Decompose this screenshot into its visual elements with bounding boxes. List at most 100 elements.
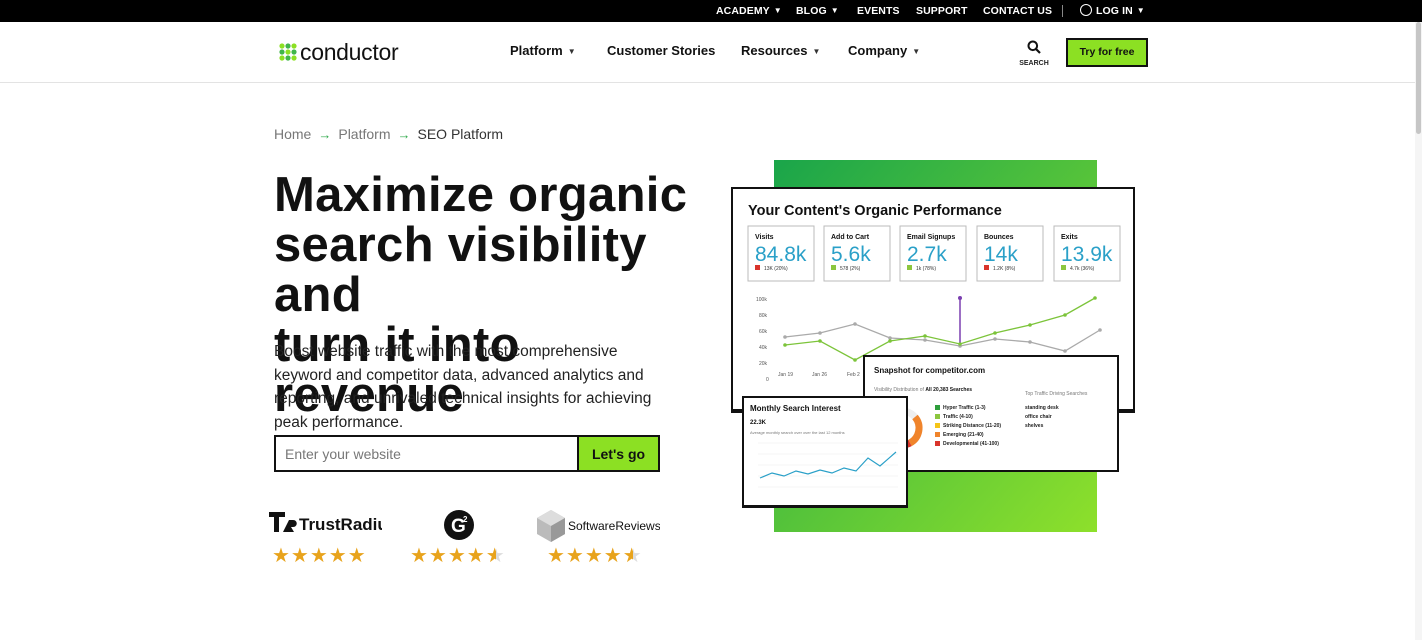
topbar-link-events[interactable]: EVENTS [857,0,900,22]
topbar-link-label: BLOG [796,5,827,17]
trustradius-logo: TrustRadius [269,512,397,534]
nav-platform[interactable]: Platform ▼ [510,22,576,80]
nav-customer-stories[interactable]: Customer Stories [607,22,715,80]
topbar-link-label: ACADEMY [716,5,770,17]
lets-go-button[interactable]: Let's go [577,435,660,472]
kpi-label: Visits [755,234,774,241]
search-term: office chair [1025,414,1052,420]
caret-down-icon: ▼ [830,6,839,15]
hero-title-line: Maximize organic [274,168,688,222]
breadcrumb: Home → Platform → SEO Platform [274,126,503,142]
x-tick: Jan 26 [812,372,827,378]
monthly-title: Monthly Search Interest [750,404,841,413]
caret-down-icon: ▼ [773,6,782,15]
kpi-delta: 578 (2%) [840,266,861,272]
breadcrumb-platform[interactable]: Platform [338,126,390,142]
topbar-link-support[interactable]: SUPPORT [916,0,967,22]
nav-resources[interactable]: Resources ▼ [741,22,820,80]
kpi-card: Add to Cart 5.6k 578 (2%) [823,225,891,282]
logo-dots-icon [279,43,297,61]
kpi-card: Visits 84.8k 13K (20%) [747,225,815,282]
topbar-link-contact[interactable]: CONTACT US [983,0,1052,22]
breadcrumb-current: SEO Platform [417,126,504,142]
snapshot-right-header: Top Traffic Driving Searches [1025,391,1088,397]
kpi-label: Exits [1061,234,1078,241]
legend-item: Emerging (21-40) [943,432,984,438]
caret-down-icon: ▼ [812,47,821,56]
topbar-link-academy[interactable]: ACADEMY ▼ [716,0,782,22]
try-for-free-button[interactable]: Try for free [1066,38,1148,67]
search-label: SEARCH [1019,60,1049,67]
performance-title: Your Content's Organic Performance [748,203,1002,219]
softwarereviews-logo: SoftwareReviews [537,510,661,542]
website-input[interactable] [274,435,578,472]
rating-stars: ★★★★★ [272,545,367,567]
kpi-row: Visits 84.8k 13K (20%) Add to Cart 5.6k … [747,225,1121,282]
search-button[interactable]: SEARCH [1018,40,1050,67]
trustradius-badge[interactable]: TrustRadius ★★★★★ [267,508,397,567]
rating-stars: ★★★★★★ [410,545,506,567]
search-icon [1027,40,1041,54]
g2-badge[interactable]: G 2 ★★★★★★ [405,508,515,567]
breadcrumb-home[interactable]: Home [274,126,311,142]
kpi-card: Exits 13.9k 4.7k (36%) [1053,225,1121,282]
scrollbar-thumb[interactable] [1416,22,1421,134]
topbar-link-blog[interactable]: BLOG ▼ [796,0,839,22]
kpi-label: Email Signups [907,234,955,241]
user-icon [1080,4,1092,16]
trustradius-wordmark: TrustRadius [299,515,382,534]
search-term: shelves [1025,423,1044,429]
hero-title-line: search visibility and [274,218,647,322]
kpi-value: 13.9k [1061,243,1113,266]
search-term: standing desk [1025,405,1059,411]
snapshot-title: Snapshot for competitor.com [874,366,985,375]
kpi-label: Bounces [984,234,1014,241]
g2-logo: G 2 [444,510,474,540]
trend-up-icon [831,265,836,270]
legend-item: Striking Distance (11-20) [943,423,1001,429]
kpi-delta: 4.7k (36%) [1070,266,1095,272]
y-tick: 20k [759,361,768,367]
snapshot-subtitle: Visibility Distribution of All 20,383 Se… [874,387,972,393]
legend-item: Hyper Traffic (1-3) [943,405,986,411]
nav-company[interactable]: Company ▼ [848,22,920,80]
login-link[interactable]: LOG IN ▼ [1080,0,1145,22]
login-label: LOG IN [1096,5,1133,17]
legend-item: Traffic (4-10) [943,414,973,420]
conductor-logo[interactable]: conductor [279,37,399,67]
kpi-value: 2.7k [907,243,947,266]
arrow-right-icon: → [397,127,411,142]
kpi-value: 5.6k [831,243,871,266]
y-tick: 60k [759,329,768,335]
nav-label: Platform [510,43,563,58]
trend-up-icon [907,265,912,270]
kpi-delta: 13K (20%) [764,266,788,272]
x-tick: Jan 19 [778,372,793,378]
y-tick: 0 [766,377,769,383]
nav-label: Resources [741,43,808,58]
monthly-card [744,398,906,505]
caret-down-icon: ▼ [912,47,921,56]
utility-bar: ACADEMY ▼ BLOG ▼ EVENTS SUPPORT CONTACT US… [0,0,1422,22]
y-tick: 40k [759,345,768,351]
kpi-value: 84.8k [755,243,807,266]
kpi-delta: 1k (78%) [916,266,936,272]
website-form: Let's go [274,435,660,472]
rating-stars: ★★★★★★ [547,545,643,567]
kpi-card: Bounces 14k 1.2K (8%) [976,225,1044,282]
trend-down-icon [984,265,989,270]
y-tick: 100k [756,297,767,303]
kpi-delta: 1.2K (8%) [993,266,1016,272]
softwarereviews-badge[interactable]: SoftwareReviews ★★★★★★ [535,508,661,567]
trend-down-icon [755,265,760,270]
dashboard-illustration: Your Content's Organic Performance Visit… [731,160,1135,532]
legend-item: Developmental (41-100) [943,441,999,447]
kpi-label: Add to Cart [831,234,870,241]
logo-text: conductor [300,38,399,65]
monthly-caption: Average monthly search over over the las… [750,430,845,435]
svg-text:2: 2 [463,515,468,524]
softwarereviews-wordmark: SoftwareReviews [568,519,660,533]
topbar-divider [1062,5,1063,17]
y-tick: 80k [759,313,768,319]
page-scrollbar[interactable] [1415,22,1422,640]
